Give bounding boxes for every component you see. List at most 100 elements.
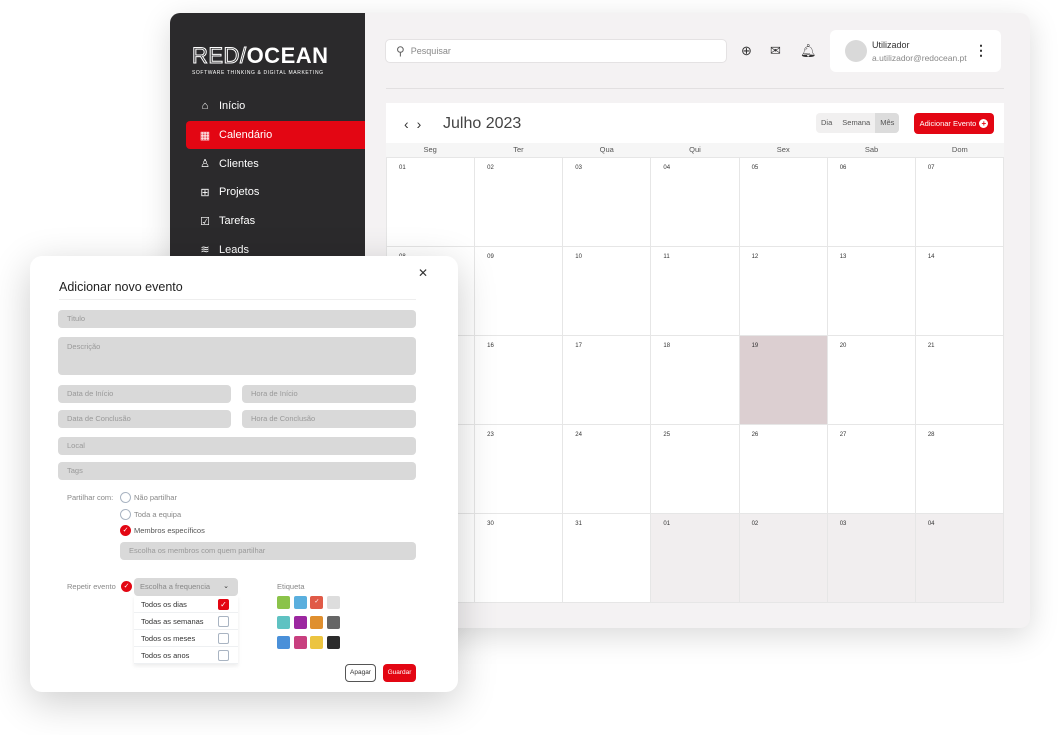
checkbox[interactable]: [218, 616, 229, 627]
month-grid: 0102030405060708091011121314151617181920…: [386, 157, 1004, 603]
day-cell[interactable]: 14: [915, 247, 1004, 336]
day-cell[interactable]: 27: [827, 425, 916, 514]
day-cell[interactable]: 28: [915, 425, 1004, 514]
sidebar-item-calendário[interactable]: ▦ Calendário: [186, 120, 365, 150]
repeat-checkbox[interactable]: ✓: [121, 581, 132, 592]
checkbox[interactable]: [218, 633, 229, 644]
title-input[interactable]: Titulo: [58, 310, 416, 328]
sidebar-item-label: Projetos: [219, 186, 260, 199]
day-cell[interactable]: 19: [739, 336, 828, 425]
next-month-button[interactable]: ›: [417, 116, 430, 132]
sidebar-item-projetos[interactable]: ⊞ Projetos: [186, 178, 365, 207]
sidebar-item-início[interactable]: ⌂ Início: [186, 92, 365, 121]
start-date-input[interactable]: Data de Início: [58, 385, 231, 403]
sidebar-item-clientes[interactable]: ♙ Clientes: [186, 149, 365, 178]
day-cell[interactable]: 11: [651, 247, 740, 336]
end-time-input[interactable]: Hora de Conclusão: [242, 410, 416, 428]
weekday-label: Sab: [864, 145, 879, 154]
day-cell[interactable]: 20: [827, 336, 916, 425]
sidebar-item-label: Tarefas: [219, 215, 256, 228]
day-cell[interactable]: 02: [739, 514, 828, 603]
tag-color-swatch[interactable]: [277, 596, 290, 609]
day-cell[interactable]: 02: [475, 158, 564, 247]
radio-button[interactable]: [120, 492, 131, 503]
day-cell[interactable]: 04: [915, 514, 1004, 603]
frequency-option[interactable]: Todas as semanas: [134, 613, 238, 630]
day-cell[interactable]: 07: [915, 158, 1004, 247]
view-mês[interactable]: Mês: [875, 113, 900, 133]
tag-color-swatch[interactable]: [327, 636, 341, 649]
tag-color-swatch[interactable]: [277, 636, 290, 649]
more-icon[interactable]: ⋮: [974, 42, 988, 59]
day-cell[interactable]: 21: [915, 336, 1004, 425]
view-dia[interactable]: Dia: [816, 113, 837, 133]
tag-color-swatch[interactable]: [293, 596, 307, 609]
day-cell[interactable]: 06: [827, 158, 916, 247]
tag-color-swatch[interactable]: [310, 616, 324, 629]
description-input[interactable]: Descrição: [58, 337, 416, 375]
day-cell[interactable]: 16: [475, 336, 564, 425]
prev-month-button[interactable]: ‹: [404, 116, 417, 132]
day-cell[interactable]: 17: [563, 336, 652, 425]
day-cell[interactable]: 04: [651, 158, 740, 247]
day-cell[interactable]: 05: [739, 158, 828, 247]
divider: [386, 88, 1004, 89]
frequency-option[interactable]: Todos os meses: [134, 630, 238, 647]
weekday-label: Sex: [776, 145, 790, 154]
view-semana[interactable]: Semana: [837, 113, 875, 133]
tag-color-swatch[interactable]: [277, 616, 290, 629]
weekday-header: Seg Ter Qua Qui Sex Sab Dom: [386, 143, 1004, 157]
day-cell[interactable]: 03: [827, 514, 916, 603]
home-icon: ⌂: [201, 100, 209, 113]
frequency-select[interactable]: Escolha a frequencia ⌄: [134, 578, 238, 596]
day-cell[interactable]: 13: [827, 247, 916, 336]
frequency-option[interactable]: Todos os anos: [134, 647, 238, 664]
close-icon[interactable]: ✕: [418, 266, 428, 280]
radio-button[interactable]: [120, 508, 131, 520]
start-time-input[interactable]: Hora de Início: [242, 385, 416, 403]
repeat-label: Repetir evento: [67, 582, 116, 591]
add-icon[interactable]: ⊕: [741, 43, 752, 59]
day-cell[interactable]: 01: [387, 158, 476, 247]
tag-color-swatch[interactable]: [293, 616, 307, 629]
search-input[interactable]: ⚲ Pesquisar: [385, 39, 727, 63]
day-cell[interactable]: 26: [739, 425, 828, 514]
tag-color-swatch[interactable]: [310, 636, 324, 649]
checkbox[interactable]: [218, 650, 229, 661]
frequency-option-label: Todos os anos: [141, 651, 190, 660]
day-cell[interactable]: 23: [475, 425, 564, 514]
day-cell[interactable]: 24: [563, 425, 652, 514]
share-option[interactable]: Toda a equipa: [120, 508, 181, 520]
checkbox[interactable]: ✓: [218, 599, 229, 610]
day-cell[interactable]: 01: [651, 514, 740, 603]
sidebar-item-tarefas[interactable]: ☑ Tarefas: [186, 207, 365, 236]
day-cell[interactable]: 25: [651, 425, 740, 514]
tag-color-swatch[interactable]: [293, 636, 307, 649]
frequency-option[interactable]: Todos os dias ✓: [134, 596, 238, 613]
tag-color-swatch[interactable]: [327, 616, 341, 629]
share-option[interactable]: ✓ Membros específicos: [120, 525, 205, 536]
tag-color-swatch[interactable]: ✓: [310, 596, 324, 609]
save-button[interactable]: Guardar: [383, 664, 416, 682]
user-menu[interactable]: Utilizador a.utilizador@redocean.pt ⋮: [830, 30, 1001, 72]
share-option[interactable]: Não partilhar: [120, 492, 177, 503]
radio-button[interactable]: ✓: [120, 525, 131, 536]
mail-icon[interactable]: ✉: [770, 43, 781, 59]
day-cell[interactable]: 30: [475, 514, 564, 603]
end-date-input[interactable]: Data de Conclusão: [58, 410, 231, 428]
share-option-label: Não partilhar: [134, 493, 177, 502]
members-input[interactable]: Escolha os membros com quem partilhar: [120, 542, 416, 560]
tags-input[interactable]: Tags: [58, 462, 416, 480]
bell-icon[interactable]: 🔔︎: [800, 43, 817, 59]
tag-color-swatch[interactable]: [327, 596, 341, 609]
day-cell[interactable]: 31: [563, 514, 652, 603]
delete-button[interactable]: Apagar: [345, 664, 376, 682]
add-event-button[interactable]: Adicionar Evento +: [914, 113, 994, 134]
location-input[interactable]: Local: [58, 437, 416, 455]
sidebar-item-label: Calendário: [219, 129, 273, 142]
day-cell[interactable]: 10: [563, 247, 652, 336]
day-cell[interactable]: 03: [563, 158, 652, 247]
day-cell[interactable]: 12: [739, 247, 828, 336]
day-cell[interactable]: 09: [475, 247, 564, 336]
day-cell[interactable]: 18: [651, 336, 740, 425]
